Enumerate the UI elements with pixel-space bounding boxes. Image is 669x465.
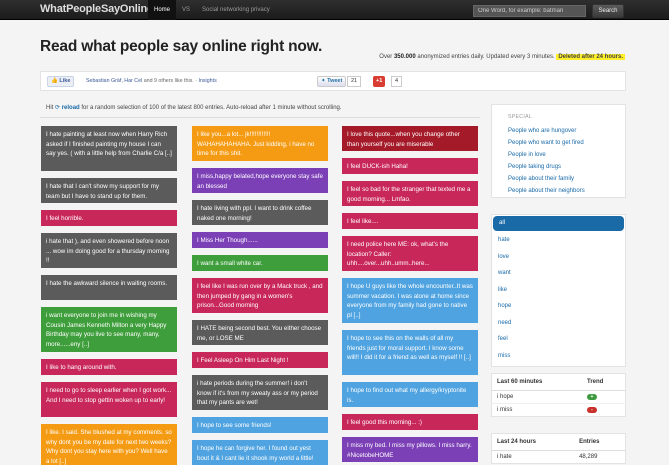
table-row: i miss - — [491, 403, 626, 417]
filter-need[interactable]: need — [492, 315, 625, 332]
page-title: Read what people say online right now. — [40, 38, 323, 55]
plus-one-button[interactable]: +1 — [373, 76, 386, 87]
nav-privacy[interactable]: Social networking privacy — [196, 0, 276, 20]
entries-column-1: I hate painting at least now when Harry … — [41, 126, 177, 465]
entry-card[interactable]: I hate living with ppl. I want to drink … — [192, 200, 328, 225]
stats-count: 350.000 — [393, 54, 416, 60]
entry-card[interactable]: I hope to see this on the walls of all m… — [342, 330, 478, 375]
entry-card[interactable]: I like to hang around with. — [41, 359, 177, 375]
entry-card[interactable]: I hope U guys like the whole encounter..… — [342, 278, 478, 323]
special-link-fired[interactable]: People who want to get fired — [508, 137, 609, 149]
main-nav: Home VS Social networking privacy — [148, 0, 276, 20]
entry-card[interactable]: I feel like I was run over by a Mack tru… — [192, 278, 328, 313]
like-summary: Sebastian Gräf, Har Cel and 9 others lik… — [86, 78, 217, 84]
entry-card[interactable]: I hope to find out what my allergy/krypt… — [342, 382, 478, 407]
entry-card[interactable]: I HATE being second best. You either cho… — [192, 320, 328, 345]
table-row: i hope + — [491, 390, 626, 404]
divider — [40, 117, 480, 118]
entry-card[interactable]: I miss my bed. I miss my pillows. I miss… — [342, 437, 478, 462]
facebook-like-button[interactable]: 👍 Like — [47, 76, 75, 87]
special-link-love[interactable]: People in love — [508, 149, 609, 161]
entry-card[interactable]: I need to go to sleep earlier when I got… — [41, 382, 177, 417]
entries-count-table: Last 24 hours Entries i hate 48,289 — [491, 433, 626, 464]
trend-down-icon: - — [587, 407, 597, 413]
entry-card[interactable]: I like. I said. She blushed at my commen… — [41, 424, 177, 465]
entry-card[interactable]: I like you...a lot... jk!!!!!!!!!!!! WAH… — [192, 126, 328, 161]
trend-table: Last 60 minutes Trend i hope + i miss - — [491, 373, 626, 417]
filter-miss[interactable]: miss — [492, 348, 625, 365]
trend-head-period: Last 60 minutes — [491, 373, 582, 391]
thumbs-up-icon: 👍 — [51, 78, 58, 84]
entry-card[interactable]: I love this quote...when you change othe… — [342, 126, 478, 151]
entries-head-count: Entries — [574, 433, 626, 451]
reload-link[interactable]: reload — [62, 105, 80, 111]
entry-card[interactable]: I feel horrible. — [41, 210, 177, 226]
entry-card[interactable]: I need police here ME: ok, what's the lo… — [342, 236, 478, 271]
nav-home[interactable]: Home — [148, 0, 177, 20]
special-box: SPECIAL People who are hungover People w… — [491, 104, 626, 198]
filter-like[interactable]: like — [492, 282, 625, 299]
entry-card[interactable]: I feel so bad for the stranger that text… — [342, 181, 478, 206]
entry-card[interactable]: i want everyone to join me in wishing my… — [41, 307, 177, 352]
tweet-button[interactable]: ✦ Tweet — [317, 76, 347, 87]
trend-up-icon: + — [587, 394, 597, 400]
special-link-family[interactable]: People about their family — [508, 173, 609, 185]
top-navbar: WhatPeopleSayOnline Home VS Social netwo… — [0, 0, 669, 20]
trend-head-trend: Trend — [582, 373, 626, 391]
entries-column-2: I like you...a lot... jk!!!!!!!!!!!! WAH… — [192, 126, 328, 465]
table-row: i hate 48,289 — [497, 454, 598, 460]
search-button[interactable]: Search — [592, 4, 624, 18]
entry-card[interactable]: I want a small white car. — [192, 255, 328, 271]
entry-card[interactable]: I Feel Asleep On Him Last Night ! — [192, 352, 328, 368]
entry-card[interactable]: I hope to see some friends! — [192, 417, 328, 433]
filter-want[interactable]: want — [492, 265, 625, 282]
entries-head-period: Last 24 hours — [491, 433, 575, 451]
refresh-icon[interactable]: ⟳ — [55, 105, 60, 111]
filter-love[interactable]: love — [492, 249, 625, 266]
social-bar: 👍 Like Sebastian Gräf, Har Cel and 9 oth… — [40, 71, 626, 91]
entry-card[interactable]: I feel good this morning... :) — [342, 414, 478, 430]
entry-card[interactable]: I hate painting at least now when Harry … — [41, 126, 177, 171]
filter-all[interactable]: all — [493, 216, 624, 231]
plus-one-count: 4 — [391, 76, 403, 87]
like-names[interactable]: Sebastian Gräf, Har Cel — [86, 78, 142, 84]
entry-card[interactable]: I feel like.... — [342, 213, 478, 229]
twitter-bird-icon: ✦ — [321, 78, 326, 84]
special-heading: SPECIAL — [508, 114, 533, 120]
insights-link[interactable]: Insights — [198, 78, 216, 84]
entry-card[interactable]: I hate the awkward silence in waiting ro… — [41, 275, 177, 300]
special-link-hungover[interactable]: People who are hungover — [508, 125, 609, 137]
entry-card[interactable]: i hate periods during the summer! i don'… — [192, 375, 328, 410]
entry-card[interactable]: I miss,happy belated,hope everyone stay … — [192, 168, 328, 193]
entry-card[interactable]: I feel DUCK-ish Haha! — [342, 158, 478, 174]
filter-feel[interactable]: feel — [492, 331, 625, 348]
entry-card[interactable]: i hate that ), and even showered before … — [41, 233, 177, 268]
entry-card[interactable]: I hope he can forgive her. I found out y… — [192, 440, 328, 465]
filter-menu: all hate love want like hope need feel m… — [491, 214, 626, 367]
entry-card[interactable]: I hate that I can't show my support for … — [41, 178, 177, 203]
special-link-neighbors[interactable]: People about their neighbors — [508, 185, 609, 197]
special-link-drugs[interactable]: People taking drugs — [508, 161, 609, 173]
entries-column-3: I love this quote...when you change othe… — [342, 126, 478, 465]
deleted-notice: Deleted after 24 hours. — [556, 54, 625, 60]
reload-info: Hit ⟳ reload for a random selection of 1… — [46, 105, 342, 111]
brand-logo[interactable]: WhatPeopleSayOnline — [40, 3, 153, 15]
filter-hope[interactable]: hope — [492, 298, 625, 315]
tweet-count: 21 — [347, 76, 362, 87]
entry-card[interactable]: I Miss Her Though...... — [192, 232, 328, 248]
filter-hate[interactable]: hate — [492, 232, 625, 249]
stats-line: Over 350.000 anonymized entries daily. U… — [379, 54, 625, 60]
search-input[interactable] — [473, 5, 586, 17]
nav-vs[interactable]: VS — [176, 0, 196, 20]
